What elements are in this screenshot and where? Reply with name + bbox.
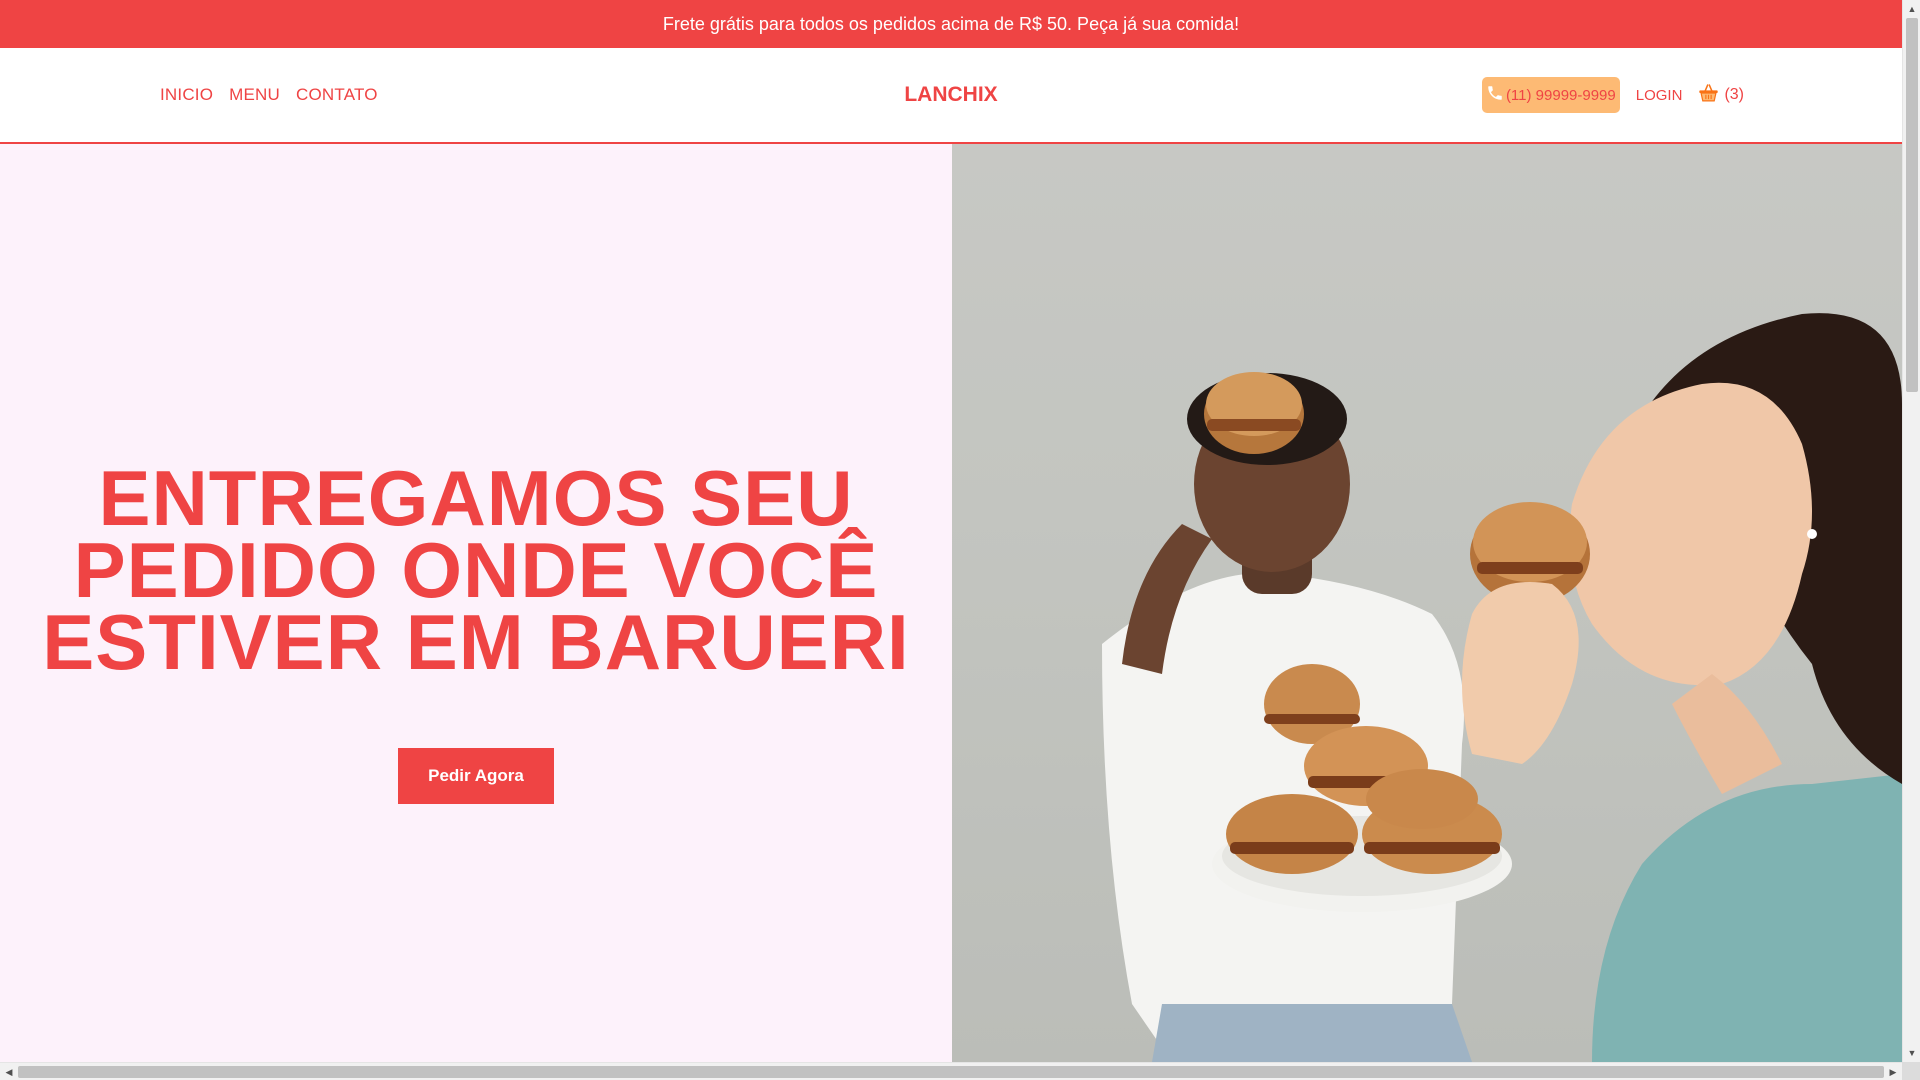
brand-logo[interactable]: LANCHIX [904, 83, 997, 107]
hero-title-line: ENTREGAMOS SEU [98, 454, 854, 542]
cart-button[interactable]: (3) [1698, 83, 1744, 108]
page: Frete grátis para todos os pedidos acima… [0, 0, 1902, 1062]
scroll-right-arrow-icon[interactable]: ▶ [1884, 1063, 1902, 1080]
phone-button[interactable]: (11) 99999-9999 [1481, 77, 1620, 113]
hero-text-panel: ENTREGAMOS SEU PEDIDO ONDE VOCÊ ESTIVER … [0, 144, 952, 1062]
scrollbar-corner [1902, 1062, 1920, 1080]
hero-image [952, 144, 1902, 1062]
nav-item-contato[interactable]: CONTATO [296, 85, 378, 105]
hero-photo-illustration [1102, 313, 1902, 1062]
scroll-left-arrow-icon[interactable]: ◀ [0, 1063, 18, 1080]
vertical-scrollbar[interactable]: ▲ ▼ [1902, 0, 1920, 1062]
promo-banner: Frete grátis para todos os pedidos acima… [0, 0, 1902, 48]
scroll-down-arrow-icon[interactable]: ▼ [1903, 1044, 1920, 1062]
hero-section: ENTREGAMOS SEU PEDIDO ONDE VOCÊ ESTIVER … [0, 144, 1902, 1062]
hero-title: ENTREGAMOS SEU PEDIDO ONDE VOCÊ ESTIVER … [0, 454, 952, 686]
scroll-up-arrow-icon[interactable]: ▲ [1903, 0, 1920, 18]
header-actions: (11) 99999-9999 LOGIN (3) [1481, 48, 1744, 142]
order-now-button[interactable]: Pedir Agora [398, 748, 554, 804]
login-link[interactable]: LOGIN [1636, 87, 1683, 104]
hero-title-line: PEDIDO ONDE VOCÊ [73, 526, 879, 614]
phone-icon [1486, 84, 1504, 106]
cart-count: (3) [1724, 86, 1744, 103]
horizontal-scrollbar[interactable]: ◀ ▶ [0, 1062, 1920, 1080]
site-header: INICIO MENU CONTATO LANCHIX (11) 99999-9… [0, 48, 1902, 144]
hero-title-line: ESTIVER EM BARUERI [42, 598, 910, 686]
promo-text: Frete grátis para todos os pedidos acima… [662, 13, 1240, 34]
vertical-scroll-thumb[interactable] [1906, 18, 1918, 392]
main-nav: INICIO MENU CONTATO [160, 48, 378, 142]
phone-number: (11) 99999-9999 [1505, 86, 1616, 104]
shopping-basket-icon [1698, 83, 1719, 108]
nav-item-menu[interactable]: MENU [229, 85, 280, 105]
nav-item-inicio[interactable]: INICIO [160, 85, 213, 105]
horizontal-scroll-thumb[interactable] [18, 1066, 1884, 1078]
